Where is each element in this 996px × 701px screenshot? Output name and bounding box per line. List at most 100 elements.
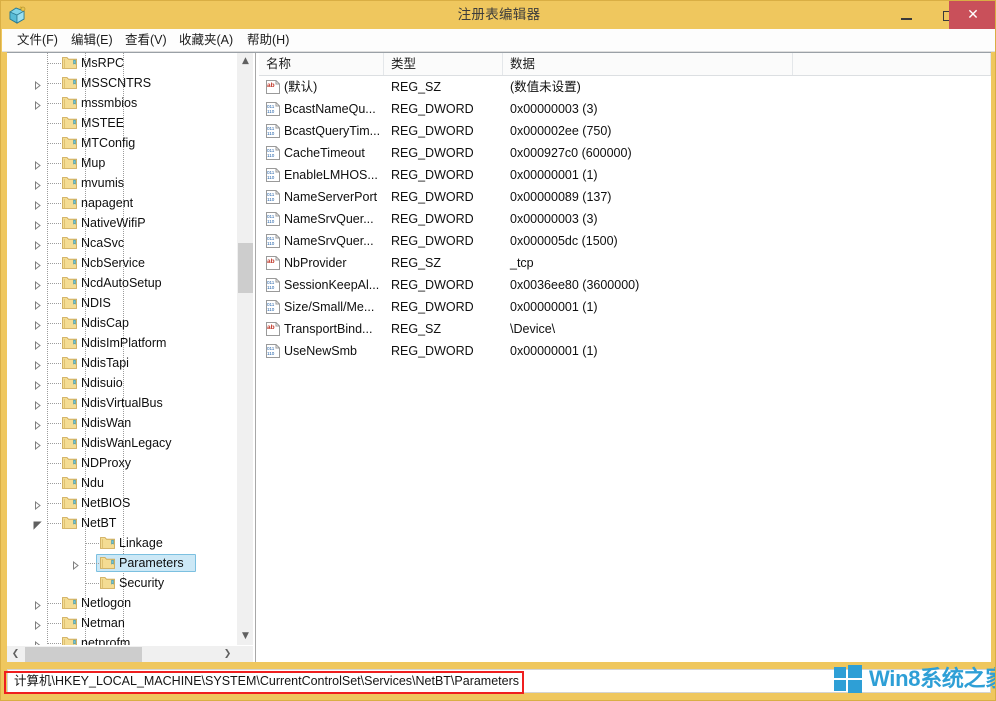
column-header-3[interactable]: [793, 53, 991, 75]
menu-item-2[interactable]: 查看(V): [118, 29, 174, 52]
chevron-right-icon[interactable]: [33, 419, 42, 428]
minimize-button[interactable]: [885, 1, 927, 29]
tree-item-mssmbios[interactable]: mssmbios: [7, 93, 236, 113]
chevron-right-icon[interactable]: [33, 299, 42, 308]
tree-item-label: Netman: [81, 613, 125, 633]
dword-value-icon: 011110: [266, 278, 280, 292]
tree-vertical-scrollbar[interactable]: ▲ ▼: [236, 53, 253, 645]
svg-text:110: 110: [267, 153, 275, 158]
value-row[interactable]: 011110BcastQueryTim...REG_DWORD0x000002e…: [259, 120, 991, 142]
tree-item-netbios[interactable]: NetBIOS: [7, 493, 236, 513]
tree-item-ndu[interactable]: Ndu: [7, 473, 236, 493]
registry-tree[interactable]: MsRPCMSSCNTRSmssmbiosMSTEEMTConfigMupmvu…: [7, 53, 236, 645]
column-header-2[interactable]: 数据: [503, 53, 793, 75]
tree-item-ndiswanlegacy[interactable]: NdisWanLegacy: [7, 433, 236, 453]
column-header-1[interactable]: 类型: [384, 53, 503, 75]
tree-scroll-left-button[interactable]: ❮: [7, 646, 24, 662]
value-row[interactable]: 011110EnableLMHOS...REG_DWORD0x00000001 …: [259, 164, 991, 186]
value-row[interactable]: abTransportBind...REG_SZ\Device\: [259, 318, 991, 340]
tree-scroll-up-button[interactable]: ▲: [237, 53, 253, 70]
chevron-right-icon[interactable]: [71, 559, 80, 568]
menu-item-4[interactable]: 帮助(H): [240, 29, 296, 52]
value-row[interactable]: 011110UseNewSmbREG_DWORD0x00000001 (1): [259, 340, 991, 362]
value-row[interactable]: 011110BcastNameQu...REG_DWORD0x00000003 …: [259, 98, 991, 120]
tree-item-netman[interactable]: Netman: [7, 613, 236, 633]
tree-horizontal-scroll-thumb[interactable]: [25, 647, 142, 662]
tree-item-msrpc[interactable]: MsRPC: [7, 53, 236, 73]
chevron-right-icon[interactable]: [33, 79, 42, 88]
chevron-right-icon[interactable]: [33, 159, 42, 168]
value-row[interactable]: 011110SessionKeepAl...REG_DWORD0x0036ee8…: [259, 274, 991, 296]
tree-item-mstee[interactable]: MSTEE: [7, 113, 236, 133]
svg-text:ab: ab: [267, 82, 275, 89]
tree-item-ndisuio[interactable]: Ndisuio: [7, 373, 236, 393]
value-row[interactable]: 011110NameServerPortREG_DWORD0x00000089 …: [259, 186, 991, 208]
dword-value-icon: 011110: [266, 168, 280, 182]
chevron-right-icon[interactable]: [33, 439, 42, 448]
chevron-right-icon[interactable]: [33, 379, 42, 388]
tree-item-nativewifip[interactable]: NativeWifiP: [7, 213, 236, 233]
values-list[interactable]: ab(默认)REG_SZ(数值未设置)011110BcastNameQu...R…: [259, 76, 991, 662]
tree-item-mvumis[interactable]: mvumis: [7, 173, 236, 193]
svg-text:110: 110: [267, 131, 275, 136]
column-header-0[interactable]: 名称: [259, 53, 384, 75]
value-row[interactable]: 011110Size/Small/Me...REG_DWORD0x0000000…: [259, 296, 991, 318]
chevron-right-icon[interactable]: [33, 619, 42, 628]
tree-scroll-down-button[interactable]: ▼: [237, 628, 253, 645]
tree-item-ndis[interactable]: NDIS: [7, 293, 236, 313]
tree-item-mup[interactable]: Mup: [7, 153, 236, 173]
folder-icon: [62, 76, 77, 90]
tree-item-linkage[interactable]: Linkage: [7, 533, 236, 553]
tree-item-ndisvirtualbus[interactable]: NdisVirtualBus: [7, 393, 236, 413]
tree-item-ncdautosetup[interactable]: NcdAutoSetup: [7, 273, 236, 293]
chevron-right-icon[interactable]: [33, 239, 42, 248]
tree-item-ndisimplatform[interactable]: NdisImPlatform: [7, 333, 236, 353]
menu-item-1[interactable]: 编辑(E): [64, 29, 120, 52]
tree-item-security[interactable]: Security: [7, 573, 236, 593]
tree-item-ncasvc[interactable]: NcaSvc: [7, 233, 236, 253]
tree-connector: [48, 443, 61, 444]
tree-item-ndiswan[interactable]: NdisWan: [7, 413, 236, 433]
menu-item-0[interactable]: 文件(F): [10, 29, 65, 52]
tree-item-ncbservice[interactable]: NcbService: [7, 253, 236, 273]
chevron-right-icon[interactable]: [33, 199, 42, 208]
tree-item-netbt[interactable]: NetBT: [7, 513, 236, 533]
menu-item-3[interactable]: 收藏夹(A): [172, 29, 240, 52]
value-type-cell: REG_SZ: [391, 76, 441, 98]
value-row[interactable]: abNbProviderREG_SZ_tcp: [259, 252, 991, 274]
chevron-right-icon[interactable]: [33, 599, 42, 608]
value-row[interactable]: 011110NameSrvQuer...REG_DWORD0x00000003 …: [259, 208, 991, 230]
chevron-right-icon[interactable]: [33, 319, 42, 328]
close-button[interactable]: ✕: [949, 1, 996, 29]
value-row[interactable]: 011110CacheTimeoutREG_DWORD0x000927c0 (6…: [259, 142, 991, 164]
tree-item-napagent[interactable]: napagent: [7, 193, 236, 213]
tree-guide-segment: [85, 573, 86, 593]
value-row[interactable]: ab(默认)REG_SZ(数值未设置): [259, 76, 991, 98]
chevron-right-icon[interactable]: [33, 259, 42, 268]
tree-vertical-scroll-thumb[interactable]: [238, 243, 253, 293]
string-value-icon: ab: [266, 322, 280, 336]
tree-item-msscntrs[interactable]: MSSCNTRS: [7, 73, 236, 93]
tree-item-parameters[interactable]: Parameters: [7, 553, 236, 573]
chevron-right-icon[interactable]: [33, 179, 42, 188]
chevron-down-icon[interactable]: [33, 519, 42, 528]
tree-item-netlogon[interactable]: Netlogon: [7, 593, 236, 613]
value-row[interactable]: 011110NameSrvQuer...REG_DWORD0x000005dc …: [259, 230, 991, 252]
chevron-right-icon[interactable]: [33, 339, 42, 348]
tree-item-ndiscap[interactable]: NdisCap: [7, 313, 236, 333]
folder-icon: [100, 576, 115, 590]
chevron-right-icon[interactable]: [33, 99, 42, 108]
tree-item-ndproxy[interactable]: NDProxy: [7, 453, 236, 473]
tree-horizontal-scrollbar[interactable]: ❮ ❯: [7, 645, 253, 662]
tree-scroll-right-button[interactable]: ❯: [219, 646, 236, 662]
tree-item-label: NdisWanLegacy: [81, 433, 172, 453]
chevron-right-icon[interactable]: [33, 219, 42, 228]
chevron-right-icon[interactable]: [33, 399, 42, 408]
folder-icon: [62, 416, 77, 430]
tree-item-mtconfig[interactable]: MTConfig: [7, 133, 236, 153]
chevron-right-icon[interactable]: [33, 359, 42, 368]
chevron-right-icon[interactable]: [33, 499, 42, 508]
chevron-right-icon[interactable]: [33, 279, 42, 288]
tree-item-ndistapi[interactable]: NdisTapi: [7, 353, 236, 373]
tree-item-netprofm[interactable]: netprofm: [7, 633, 236, 645]
